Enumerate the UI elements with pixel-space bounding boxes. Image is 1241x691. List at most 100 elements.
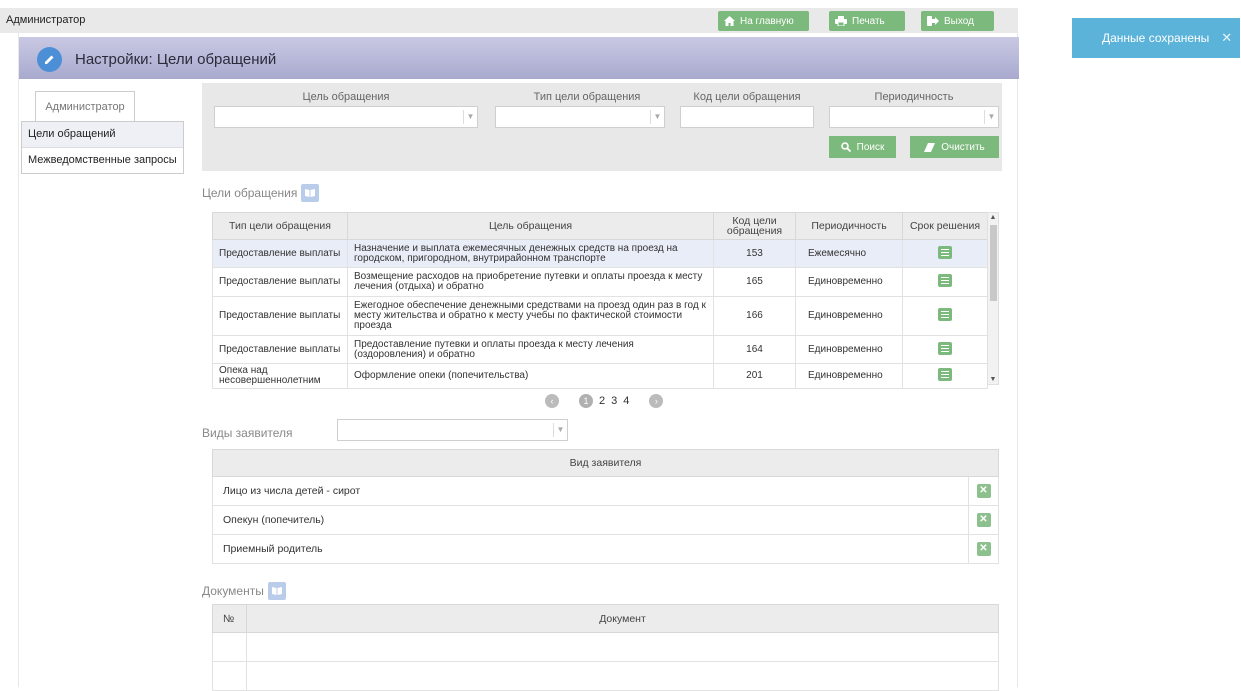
applicant-name: Приемный родитель — [212, 534, 969, 564]
home-button[interactable]: На главную — [718, 11, 809, 31]
cell-goal: Возмещение расходов на приобретение путе… — [347, 267, 714, 297]
documents-section-label: Документы — [202, 584, 264, 598]
table-row[interactable]: Опека над несовершеннолетним Оформление … — [212, 363, 988, 389]
current-user: Администратор — [6, 14, 86, 26]
goal-select[interactable]: ▼ — [214, 106, 478, 128]
scroll-up-icon[interactable]: ▲ — [988, 214, 998, 221]
cell-code: 166 — [713, 296, 796, 336]
scroll-down-icon[interactable]: ▼ — [988, 376, 998, 383]
cell-code: 165 — [713, 267, 796, 297]
applicant-name: Лицо из числа детей - сирот — [212, 476, 969, 506]
table-scrollbar[interactable]: ▲ ▼ — [987, 212, 999, 385]
book-icon[interactable] — [301, 184, 320, 202]
cell-period: Единовременно — [795, 335, 903, 364]
home-icon — [724, 16, 735, 26]
table-row[interactable]: Предоставление выплаты Назначение и выпл… — [212, 239, 988, 268]
period-filter-label: Периодичность — [874, 91, 954, 103]
toast-message: Данные сохранены — [1102, 31, 1210, 45]
type-filter-label: Тип цели обращения — [533, 91, 641, 103]
applicant-name: Опекун (попечитель) — [212, 505, 969, 535]
search-button[interactable]: Поиск — [829, 136, 896, 158]
sidebar: Администратор Цели обращений Межведомств… — [21, 91, 184, 174]
chevron-down-icon: ▼ — [650, 110, 664, 124]
col-goal[interactable]: Цель обращения — [347, 212, 714, 240]
next-page-icon[interactable]: › — [649, 394, 664, 408]
chevron-down-icon: ▼ — [463, 110, 477, 124]
table-row[interactable]: Приемный родитель ✕ — [212, 534, 999, 564]
cell-type: Предоставление выплаты — [212, 239, 348, 268]
exit-icon — [927, 16, 939, 26]
col-deadline[interactable]: Срок решения — [902, 212, 988, 240]
cell-type: Опека над несовершеннолетним — [212, 363, 348, 389]
list-icon[interactable] — [938, 341, 952, 355]
chevron-down-icon: ▼ — [553, 423, 567, 437]
col-document[interactable]: Документ — [246, 604, 999, 633]
search-button-label: Поиск — [856, 141, 885, 153]
period-select[interactable]: ▼ — [829, 106, 999, 128]
page-1[interactable]: 1 — [579, 394, 593, 408]
col-goal-code[interactable]: Код цели обращения — [713, 212, 796, 240]
col-number[interactable]: № — [212, 604, 247, 633]
page-2[interactable]: 2 — [599, 395, 605, 407]
table-row[interactable]: Предоставление выплаты Возмещение расход… — [212, 267, 988, 297]
delete-icon[interactable]: ✕ — [976, 513, 991, 527]
delete-icon[interactable]: ✕ — [976, 484, 991, 498]
goal-filter-label: Цель обращения — [302, 91, 390, 103]
cell-period: Единовременно — [795, 363, 903, 389]
pagination: ‹ 1 2 3 4 › — [545, 394, 664, 408]
table-row[interactable]: Предоставление выплаты Ежегодное обеспеч… — [212, 296, 988, 336]
col-applicant-type[interactable]: Вид заявителя — [212, 449, 999, 477]
applicants-label: Виды заявителя — [202, 426, 293, 440]
code-filter-label: Код цели обращения — [693, 91, 801, 103]
delete-icon[interactable]: ✕ — [976, 542, 991, 556]
documents-table: № Документ — [212, 604, 999, 691]
sidebar-list: Цели обращений Межведомственные запросы — [21, 121, 184, 174]
prev-page-icon[interactable]: ‹ — [545, 394, 559, 408]
goals-table: Тип цели обращения Цель обращения Код це… — [212, 212, 988, 389]
col-goal-type[interactable]: Тип цели обращения — [212, 212, 348, 240]
cell-goal: Предоставление путевки и оплаты проезда … — [347, 335, 714, 364]
type-select[interactable]: ▼ — [495, 106, 665, 128]
book-icon[interactable] — [267, 582, 286, 600]
table-row[interactable]: Опекун (попечитель) ✕ — [212, 505, 999, 535]
cell-type: Предоставление выплаты — [212, 267, 348, 297]
filter-panel: Цель обращения Тип цели обращения Код це… — [202, 83, 1002, 171]
table-row[interactable] — [212, 632, 999, 662]
cell-goal: Оформление опеки (попечительства) — [347, 363, 714, 389]
chevron-down-icon: ▼ — [984, 110, 998, 124]
page-header: Настройки: Цели обращений — [19, 37, 1019, 79]
cell-period: Единовременно — [795, 296, 903, 336]
print-button[interactable]: Печать — [829, 11, 905, 31]
table-row[interactable]: Предоставление выплаты Предоставление пу… — [212, 335, 988, 364]
sidebar-heading: Администратор — [35, 91, 135, 121]
col-period[interactable]: Периодичность — [795, 212, 903, 240]
exit-button[interactable]: Выход — [921, 11, 994, 31]
cell-code: 153 — [713, 239, 796, 268]
table-row[interactable] — [212, 661, 999, 691]
sidebar-item-goals[interactable]: Цели обращений — [22, 122, 183, 148]
page-title: Настройки: Цели обращений — [75, 51, 277, 68]
page-3[interactable]: 3 — [611, 395, 617, 407]
print-button-label: Печать — [852, 15, 885, 27]
cell-code: 201 — [713, 363, 796, 389]
page-4[interactable]: 4 — [623, 395, 629, 407]
cell-period: Единовременно — [795, 267, 903, 297]
cell-period: Ежемесячно — [795, 239, 903, 268]
code-input[interactable] — [680, 106, 814, 128]
cell-type: Предоставление выплаты — [212, 296, 348, 336]
scroll-thumb[interactable] — [990, 225, 997, 301]
applicants-table: Вид заявителя Лицо из числа детей - сиро… — [212, 449, 999, 564]
list-icon[interactable] — [938, 368, 952, 381]
edit-icon — [37, 47, 62, 72]
toast-close-icon[interactable]: ✕ — [1221, 30, 1232, 46]
sidebar-item-interagency-requests[interactable]: Межведомственные запросы — [22, 148, 183, 173]
cell-type: Предоставление выплаты — [212, 335, 348, 364]
list-icon[interactable] — [938, 308, 952, 321]
clear-button[interactable]: Очистить — [910, 136, 999, 158]
table-row[interactable]: Лицо из числа детей - сирот ✕ — [212, 476, 999, 506]
applicant-type-select[interactable]: ▼ — [337, 419, 568, 441]
goals-section-label: Цели обращения — [202, 186, 298, 200]
list-icon[interactable] — [938, 245, 952, 259]
print-icon — [835, 16, 847, 26]
list-icon[interactable] — [938, 274, 952, 287]
